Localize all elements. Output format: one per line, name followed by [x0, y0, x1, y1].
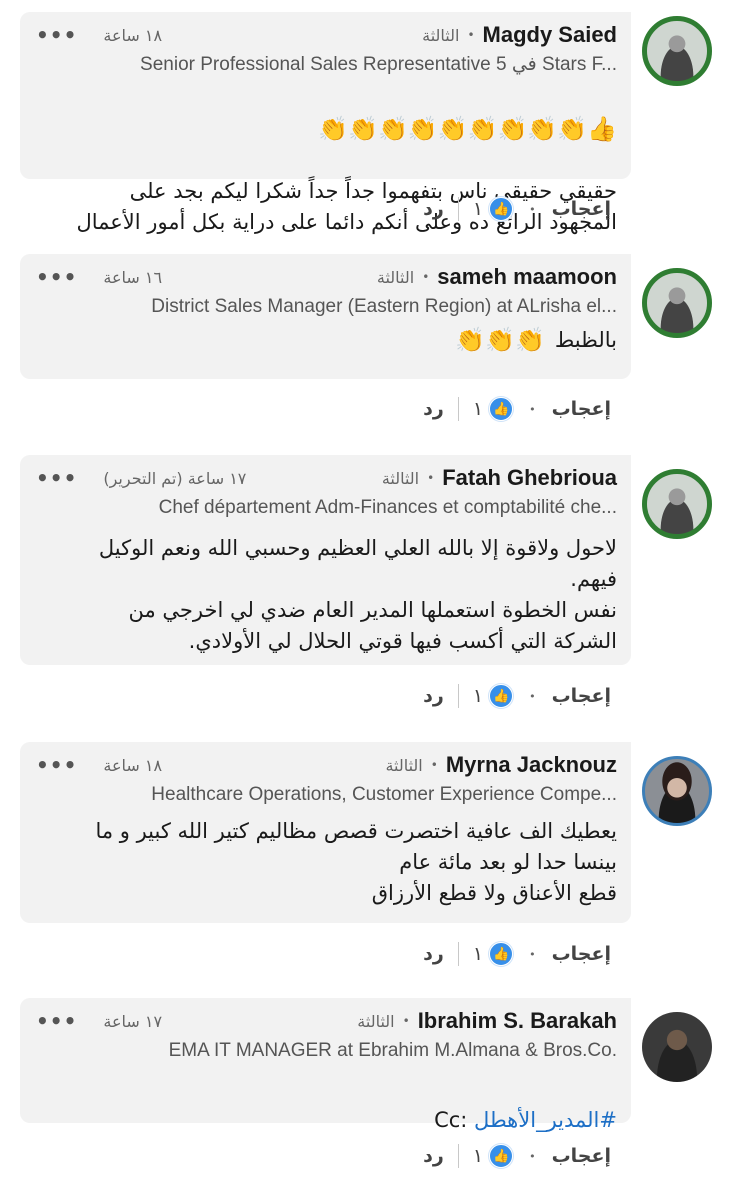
commenter-name[interactable]: Fatah Ghebrioua	[442, 465, 617, 491]
like-count-value: ١	[472, 685, 484, 707]
avatar[interactable]	[642, 756, 712, 826]
comment-bubble: Fatah Ghebrioua • الثالثة ١٧ ساعة (تم ال…	[20, 455, 631, 665]
comment-time: ١٦ ساعة	[103, 267, 163, 287]
hashtag-link[interactable]: المدير_الأهطل#	[474, 1108, 617, 1132]
comment-time: ١٧ ساعة (تم التحرير)	[103, 468, 247, 488]
emoji-line: 👏👏👏	[455, 326, 545, 354]
emoji-line: 👍👏👏👏👏👏👏👏👏👏	[318, 115, 617, 143]
separator-dot: •	[529, 947, 536, 961]
comment-text: بالظبط 👏👏👏	[36, 324, 617, 356]
separator-dot: •	[529, 202, 536, 216]
divider	[457, 197, 459, 221]
reply-button[interactable]: رد	[423, 1145, 444, 1167]
like-button[interactable]: إعجاب	[552, 1145, 611, 1167]
like-count[interactable]: 👍 ١	[472, 942, 514, 966]
like-count-value: ١	[472, 943, 484, 965]
comment-bubble: Magdy Saied • الثالثة ١٨ ساعة ••• Senior…	[20, 12, 631, 234]
separator-dot: •	[529, 402, 536, 416]
comment-body: يعطيك الف عافية اختصرت قصص مظاليم كتير ا…	[95, 819, 617, 905]
thumbs-up-icon: 👍	[489, 684, 514, 708]
comment-time: ١٨ ساعة	[103, 755, 163, 775]
divider	[457, 684, 459, 708]
comment-bubble: Ibrahim S. Barakah • الثالثة ١٧ ساعة •••…	[20, 998, 631, 1132]
comment-body: بالظبط	[554, 327, 617, 352]
connection-degree: الثالثة	[381, 468, 420, 488]
avatar[interactable]	[642, 268, 712, 338]
more-options-icon[interactable]: •••	[36, 1009, 77, 1033]
connection-degree: الثالثة	[422, 25, 460, 45]
more-options-icon[interactable]: •••	[36, 23, 77, 47]
commenter-name[interactable]: Myrna Jacknouz	[446, 752, 617, 778]
like-count-value: ١	[472, 198, 484, 220]
divider	[457, 397, 459, 421]
separator-dot: •	[529, 1149, 536, 1163]
comment-actions: إعجاب • 👍 ١ رد	[20, 681, 631, 711]
separator-dot: •	[402, 1014, 410, 1028]
comment-bubble: Myrna Jacknouz • الثالثة ١٨ ساعة ••• Hea…	[20, 742, 631, 923]
thumbs-up-icon: 👍	[489, 197, 514, 221]
comment-actions: إعجاب • 👍 ١ رد	[20, 1141, 631, 1171]
commenter-name[interactable]: sameh maamoon	[437, 264, 617, 290]
thumbs-up-icon: 👍	[489, 1144, 514, 1168]
reply-button[interactable]: رد	[423, 398, 444, 420]
separator-dot: •	[529, 689, 536, 703]
commenter-headline: Chef département Adm-Finances et comptab…	[158, 497, 617, 518]
like-count-value: ١	[472, 1145, 484, 1167]
commenter-headline: EMA IT MANAGER at Ebrahim M.Almana & Bro…	[168, 1040, 617, 1061]
commenter-headline: Senior Professional Sales Representative…	[140, 54, 617, 75]
comment-time: ١٨ ساعة	[103, 25, 163, 45]
divider	[457, 942, 459, 966]
commenter-headline: Healthcare Operations, Customer Experien…	[151, 784, 617, 805]
more-options-icon[interactable]: •••	[36, 753, 77, 777]
more-options-icon[interactable]: •••	[36, 265, 77, 289]
separator-dot: •	[422, 270, 430, 284]
separator-dot: •	[430, 758, 438, 772]
connection-degree: الثالثة	[376, 267, 415, 287]
avatar[interactable]	[642, 16, 712, 86]
comment-actions: إعجاب • 👍 ١ رد	[20, 194, 631, 224]
like-count-value: ١	[472, 398, 484, 420]
comment-actions: إعجاب • 👍 ١ رد	[20, 394, 631, 424]
thumbs-up-icon: 👍	[489, 397, 514, 421]
like-count[interactable]: 👍 ١	[472, 1144, 514, 1168]
more-options-icon[interactable]: •••	[36, 466, 77, 490]
comment-actions: إعجاب • 👍 ١ رد	[20, 939, 631, 969]
like-button[interactable]: إعجاب	[552, 398, 611, 420]
thumbs-up-icon: 👍	[489, 942, 514, 966]
avatar[interactable]	[642, 1012, 712, 1082]
separator-dot: •	[467, 28, 475, 42]
comment-text: 👍👏👏👏👏👏👏👏👏👏 حقيقي حقيقي ناس بتفهموا جداً …	[36, 82, 617, 269]
like-button[interactable]: إعجاب	[552, 685, 611, 707]
commenter-name[interactable]: Magdy Saied	[483, 22, 617, 48]
reply-button[interactable]: رد	[423, 943, 444, 965]
avatar[interactable]	[642, 469, 712, 539]
cc-prefix: Cc:	[434, 1108, 475, 1132]
connection-degree: الثالثة	[385, 755, 423, 775]
comment-time: ١٧ ساعة	[103, 1011, 163, 1031]
reply-button[interactable]: رد	[423, 685, 444, 707]
reply-button[interactable]: رد	[423, 198, 444, 220]
comment-bubble: sameh maamoon • الثالثة ١٦ ساعة ••• Dist…	[20, 254, 631, 379]
commenter-headline: District Sales Manager (Eastern Region) …	[151, 296, 617, 317]
commenter-name[interactable]: Ibrahim S. Barakah	[418, 1008, 617, 1034]
like-count[interactable]: 👍 ١	[472, 684, 514, 708]
connection-degree: الثالثة	[357, 1011, 395, 1031]
like-count[interactable]: 👍 ١	[472, 397, 514, 421]
comment-body: لاحول ولاقوة إلا بالله العلي العظيم وحسب…	[98, 536, 617, 653]
like-button[interactable]: إعجاب	[552, 198, 611, 220]
divider	[457, 1144, 459, 1168]
like-button[interactable]: إعجاب	[552, 943, 611, 965]
comment-text: Cc: المدير_الأهطل#	[36, 1074, 617, 1136]
separator-dot: •	[427, 471, 435, 485]
like-count[interactable]: 👍 ١	[472, 197, 514, 221]
